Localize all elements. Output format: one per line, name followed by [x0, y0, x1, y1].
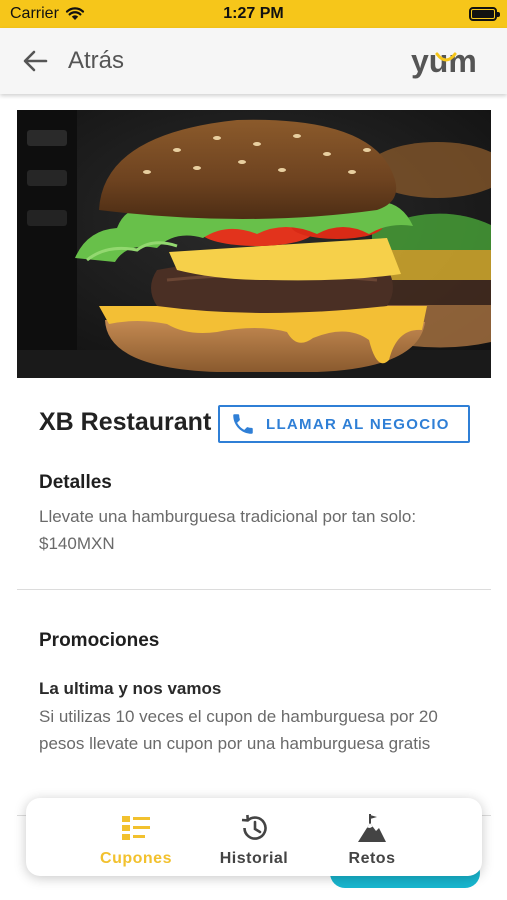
call-button-label: LLAMAR AL NEGOCIO [266, 415, 450, 433]
nav-label: Historial [219, 850, 289, 867]
nav-item-retos[interactable]: Retos [313, 798, 431, 876]
promotions-title: Promociones [39, 630, 160, 651]
mountain-flag-icon [358, 814, 386, 842]
bottom-navigation: Cupones Historial Retos [26, 798, 482, 876]
yum-logo: yum [411, 44, 477, 79]
nav-item-historial[interactable]: Historial [195, 798, 313, 876]
burger-photo [17, 110, 491, 378]
details-title: Detalles [39, 472, 112, 493]
battery-icon [469, 7, 500, 21]
phone-icon [233, 414, 253, 434]
divider [17, 589, 491, 590]
call-business-button[interactable]: LLAMAR AL NEGOCIO [218, 405, 470, 443]
logo-text: yum [411, 44, 477, 79]
history-icon [241, 814, 267, 840]
promotion-title: La ultima y nos vamos [39, 679, 222, 698]
restaurant-name: XB Restaurant [39, 408, 212, 436]
back-button[interactable]: Atrás [22, 46, 124, 76]
coupons-list-icon [122, 816, 150, 840]
clock: 1:27 PM [223, 5, 284, 22]
nav-label: Retos [348, 850, 396, 867]
nav-item-cupones[interactable]: Cupones [77, 798, 195, 876]
status-bar: Carrier 1:27 PM [0, 0, 507, 28]
app-bar: Atrás yum [0, 28, 507, 94]
arrow-left-icon [23, 50, 48, 72]
back-label: Atrás [68, 47, 125, 74]
promotion-text: Si utilizas 10 veces el cupon de hamburg… [39, 707, 438, 753]
nav-label: Cupones [100, 850, 172, 867]
details-text: Llevate una hamburguesa tradicional por … [39, 507, 417, 553]
